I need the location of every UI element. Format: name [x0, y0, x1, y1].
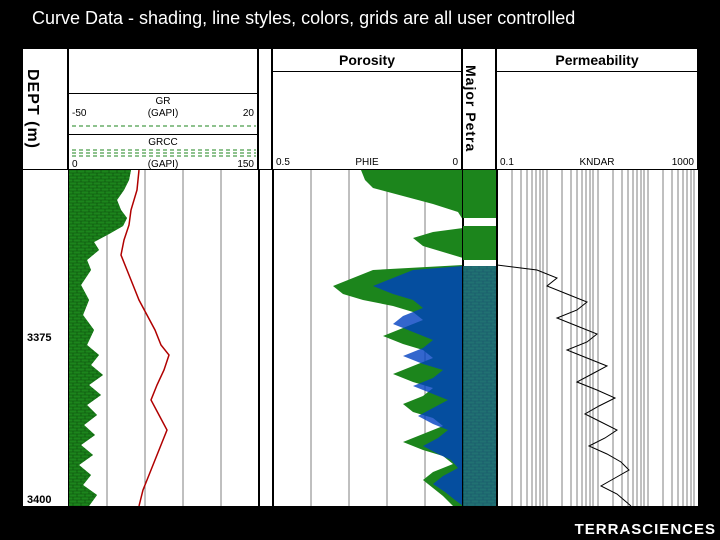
depth-track: 3375 3400 [22, 170, 70, 506]
track1-header: -50 GR (GAPI) 20 GRCC 0 (GAPI) 150 [68, 48, 258, 170]
track2-header: Porosity 0.5 PHIE 0 [272, 48, 462, 170]
kndar-right: 1000 [672, 157, 694, 168]
lith-track [462, 170, 498, 506]
depth-header: DEPT (m) [22, 48, 68, 170]
grcc-label: GRCC [69, 137, 257, 148]
lith-label: Major Petra [463, 49, 479, 169]
gr-units: (GAPI) [69, 108, 257, 119]
gapi-right: 150 [237, 159, 254, 170]
perm-title: Permeability [497, 49, 697, 72]
phie-label: PHIE [273, 157, 461, 168]
spacer1 [258, 48, 272, 170]
depth-tick-1: 3375 [27, 332, 51, 344]
porosity-title: Porosity [273, 49, 461, 72]
footer-brand: TERRASCIENCES [575, 521, 716, 538]
track1-body [68, 170, 260, 506]
well-log-plot: DEPT (m) -50 GR (GAPI) 20 GRCC 0 (GAPI) … [22, 48, 698, 506]
kndar-label: KNDAR [497, 157, 697, 168]
depth-tick-2: 3400 [27, 494, 51, 506]
gr-curve-label: GR [69, 96, 257, 107]
depth-axis-label: DEPT (m) [23, 49, 41, 169]
gr-scale-right: 20 [243, 108, 254, 119]
phie-right: 0 [452, 157, 458, 168]
lith-header: Major Petra [462, 48, 496, 170]
track3-body [496, 170, 700, 506]
page-title: Curve Data - shading, line styles, color… [0, 0, 720, 35]
track2-body [272, 170, 464, 506]
gapi-units: (GAPI) [69, 159, 257, 170]
track3-header: Permeability 0.1 KNDAR 1000 [496, 48, 698, 170]
